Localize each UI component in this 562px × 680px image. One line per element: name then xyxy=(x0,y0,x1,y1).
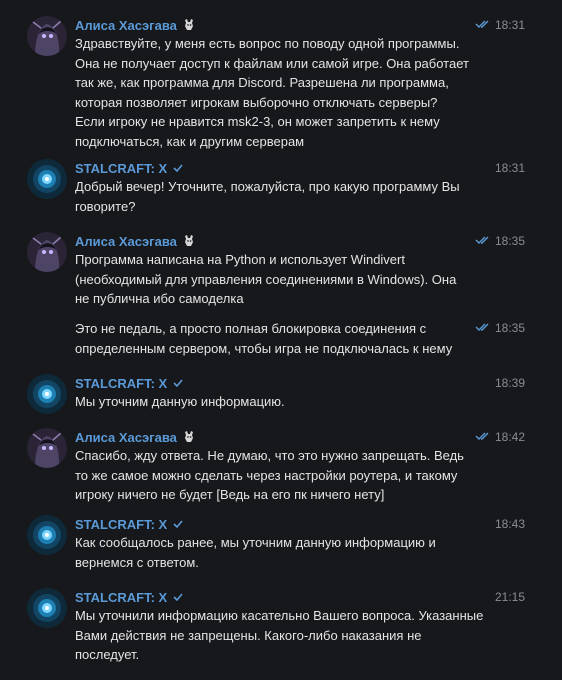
message-time: 18:39 xyxy=(494,376,525,390)
read-double-check-icon xyxy=(475,232,491,250)
sender-name[interactable]: Алиса Хасэгава xyxy=(75,430,177,445)
sender-name[interactable]: STALCRAFT: X xyxy=(75,517,167,532)
avatar[interactable] xyxy=(27,588,67,628)
avatar[interactable] xyxy=(27,428,67,468)
message-time: 18:43 xyxy=(494,517,525,531)
sender-name[interactable]: STALCRAFT: X xyxy=(75,376,167,391)
message-text: Как сообщалось ранее, мы уточним данную … xyxy=(75,535,436,570)
sender-name[interactable]: STALCRAFT: X xyxy=(75,161,167,176)
stalcraft-logo-icon xyxy=(27,159,67,199)
avatar[interactable] xyxy=(27,232,67,272)
message-text: Программа написана на Python и используе… xyxy=(75,252,457,306)
message-time: 21:15 xyxy=(494,590,525,604)
stalcraft-logo-icon xyxy=(27,588,67,628)
chat-window: Алиса Хасэгава 18:31 Здравствуйте, у мен… xyxy=(0,0,562,680)
sender-name[interactable]: Алиса Хасэгава xyxy=(75,18,177,33)
message-time: 18:31 xyxy=(494,18,525,32)
message-text: Спасибо, жду ответа. Не думаю, что это н… xyxy=(75,448,464,502)
stalcraft-logo-icon xyxy=(27,515,67,555)
verified-check-icon xyxy=(172,591,184,603)
message-time: 18:42 xyxy=(494,430,525,444)
emoji-status-icon xyxy=(182,430,196,444)
emoji-status-icon xyxy=(182,234,196,248)
verified-check-icon xyxy=(172,377,184,389)
message-time: 18:31 xyxy=(494,161,525,175)
read-double-check-icon xyxy=(475,428,491,446)
message-time: 18:35 xyxy=(494,321,525,335)
message-time: 18:35 xyxy=(494,234,525,248)
message-text: Мы уточним данную информацию. xyxy=(75,394,285,409)
message-text: Мы уточнили информацию касательно Вашего… xyxy=(75,608,484,662)
avatar[interactable] xyxy=(27,16,67,56)
emoji-status-icon xyxy=(182,18,196,32)
read-double-check-icon xyxy=(475,16,491,34)
stalcraft-logo-icon xyxy=(27,374,67,414)
verified-check-icon xyxy=(172,162,184,174)
user-avatar-icon xyxy=(27,16,67,56)
verified-check-icon xyxy=(172,518,184,530)
avatar[interactable] xyxy=(27,515,67,555)
avatar[interactable] xyxy=(27,374,67,414)
sender-name[interactable]: Алиса Хасэгава xyxy=(75,234,177,249)
message-text: Добрый вечер! Уточните, пожалуйста, про … xyxy=(75,179,460,214)
message-text: Это не педаль, а просто полная блокировк… xyxy=(75,321,453,356)
user-avatar-icon xyxy=(27,232,67,272)
user-avatar-icon xyxy=(27,428,67,468)
message-text: Здравствуйте, у меня есть вопрос по пово… xyxy=(75,36,469,149)
avatar[interactable] xyxy=(27,159,67,199)
sender-name[interactable]: STALCRAFT: X xyxy=(75,590,167,605)
